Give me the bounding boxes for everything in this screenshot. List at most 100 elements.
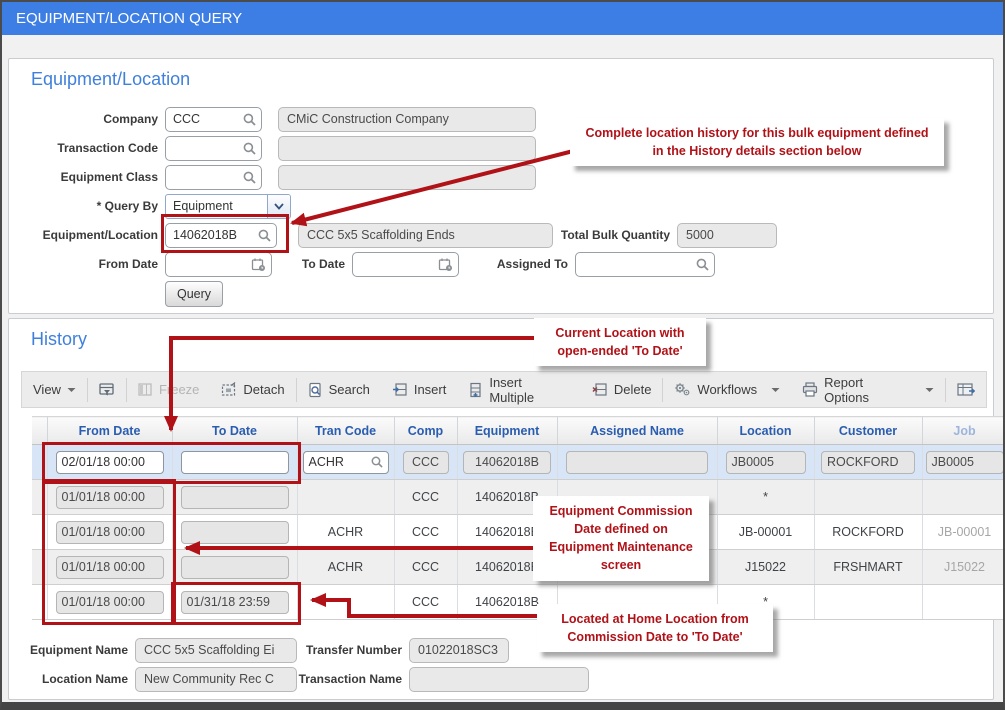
job-cell: J15022: [944, 560, 985, 574]
date-filter-row: From Date To Date Assigned To: [23, 251, 715, 277]
col-comp[interactable]: Comp: [394, 417, 457, 445]
equipment-cell: 14062018B: [475, 525, 539, 539]
callout-home-location: Located at Home Location from Commission…: [537, 604, 773, 652]
col-customer[interactable]: Customer: [814, 417, 922, 445]
callout-bulk-history: Complete location history for this bulk …: [570, 118, 944, 166]
transaction-code-label: Transaction Code: [23, 141, 165, 155]
col-job[interactable]: Job: [922, 417, 1005, 445]
from-date-cell: 01/01/18 00:00: [56, 591, 164, 614]
comp-cell: CCC: [403, 451, 449, 474]
table-header-row: From Date To Date Tran Code Comp Equipme…: [32, 417, 1005, 445]
location-cell: JB-00001: [739, 525, 793, 539]
to-date-cell-input[interactable]: [181, 451, 289, 474]
comp-cell: CCC: [412, 525, 439, 539]
callout-current-location: Current Location with open-ended 'To Dat…: [534, 318, 706, 366]
table-row[interactable]: 01/01/18 00:00 CCC 14062018B *: [32, 480, 1005, 515]
report-options-menu[interactable]: Report Options: [791, 372, 945, 407]
table-row[interactable]: 02/01/18 00:00 ACHR CCC 14062018B JB0005…: [32, 445, 1005, 480]
table-row[interactable]: 01/01/18 00:00 ACHR CCC 14062018B J15022…: [32, 550, 1005, 585]
row-selector[interactable]: [32, 550, 47, 585]
history-table: From Date To Date Tran Code Comp Equipme…: [32, 416, 1005, 620]
from-date-cell: 01/01/18 00:00: [56, 486, 164, 509]
transaction-code-description: [278, 136, 536, 161]
equipment-class-field[interactable]: [165, 165, 262, 190]
search-icon[interactable]: [696, 258, 709, 271]
search-icon[interactable]: [243, 113, 256, 126]
transaction-code-field[interactable]: [165, 136, 262, 161]
location-cell: J15022: [745, 560, 786, 574]
customer-cell: FRSHMART: [833, 560, 902, 574]
query-panel: Equipment/Location Company CCC CMiC Cons…: [8, 58, 994, 314]
location-name-label: Location Name: [19, 672, 135, 686]
insert-multiple-icon: [468, 382, 483, 398]
view-menu[interactable]: View: [22, 372, 87, 407]
table-row[interactable]: 01/01/18 00:00 01/31/18 23:59 CCC 140620…: [32, 585, 1005, 620]
detach-icon: [221, 382, 237, 398]
col-equipment[interactable]: Equipment: [457, 417, 557, 445]
to-date-cell: [181, 521, 289, 544]
chevron-down-icon[interactable]: [267, 195, 290, 218]
equipment-name-label: Equipment Name: [19, 643, 135, 657]
col-from-date[interactable]: From Date: [47, 417, 172, 445]
search-icon[interactable]: [243, 142, 256, 155]
equipment-name-field: CCC 5x5 Scaffolding Ei: [135, 638, 297, 663]
app-window: EQUIPMENT/LOCATION QUERY Equipment/Locat…: [0, 0, 1005, 710]
gears-icon: [674, 382, 691, 397]
row-selector[interactable]: [32, 480, 47, 515]
search-icon[interactable]: [371, 456, 383, 468]
equipment-cell: 14062018B: [475, 490, 539, 504]
equipment-location-row: Equipment/Location 14062018B CCC 5x5 Sca…: [23, 222, 777, 248]
calendar-icon[interactable]: [438, 257, 453, 272]
transfer-number-label: Transfer Number: [297, 643, 409, 657]
customer-cell: ROCKFORD: [832, 525, 904, 539]
chevron-down-icon: [771, 387, 780, 393]
detach-button[interactable]: Detach: [210, 372, 295, 407]
callout-commission-date: Equipment Commission Date defined on Equ…: [533, 496, 709, 581]
customer-cell: ROCKFORD: [821, 451, 915, 474]
query-by-example-button[interactable]: [88, 372, 126, 407]
table-row[interactable]: 01/01/18 00:00 ACHR CCC 14062018B JB-000…: [32, 515, 1005, 550]
tran-code-cell-input[interactable]: ACHR: [303, 451, 389, 474]
search-icon[interactable]: [258, 229, 271, 242]
history-panel-title: History: [31, 329, 87, 350]
col-tran-code[interactable]: Tran Code: [297, 417, 394, 445]
row-selector[interactable]: [32, 585, 47, 620]
company-field[interactable]: CCC: [165, 107, 262, 132]
from-date-field[interactable]: [165, 252, 272, 277]
freeze-icon: [138, 382, 153, 397]
comp-cell: CCC: [412, 595, 439, 609]
col-to-date[interactable]: To Date: [172, 417, 297, 445]
row-selector[interactable]: [32, 445, 47, 480]
col-location[interactable]: Location: [717, 417, 814, 445]
transfer-number-field: 01022018SC3: [409, 638, 509, 663]
assigned-to-field[interactable]: [575, 252, 715, 277]
location-cell: JB0005: [726, 451, 806, 474]
export-button[interactable]: [946, 382, 986, 397]
query-by-label: * Query By: [23, 199, 165, 213]
footer-row-1: Equipment Name CCC 5x5 Scaffolding Ei Tr…: [19, 637, 509, 663]
to-date-cell: [181, 486, 289, 509]
row-selector[interactable]: [32, 515, 47, 550]
query-button[interactable]: Query: [165, 281, 223, 307]
equipment-location-field[interactable]: 14062018B: [165, 223, 277, 248]
chevron-down-icon: [925, 387, 934, 393]
insert-multiple-button[interactable]: Insert Multiple: [457, 372, 581, 407]
transaction-name-field: [409, 667, 589, 692]
history-toolbar: View Freeze: [21, 371, 987, 408]
company-description: CMiC Construction Company: [278, 107, 536, 132]
delete-button[interactable]: Delete: [581, 372, 663, 407]
from-date-cell-input[interactable]: 02/01/18 00:00: [56, 451, 164, 474]
workflows-menu[interactable]: Workflows: [663, 372, 791, 407]
search-icon[interactable]: [243, 171, 256, 184]
insert-button[interactable]: Insert: [381, 372, 458, 407]
query-button-row: Query: [23, 281, 223, 307]
page-title: EQUIPMENT/LOCATION QUERY: [16, 10, 242, 27]
search-button[interactable]: Search: [297, 372, 381, 407]
freeze-button: Freeze: [127, 372, 210, 407]
col-assigned-name[interactable]: Assigned Name: [557, 417, 717, 445]
calendar-icon[interactable]: [251, 257, 266, 272]
to-date-field[interactable]: [352, 252, 459, 277]
equipment-cell: 14062018B: [463, 451, 551, 474]
job-cell: JB0005: [926, 451, 1004, 474]
query-by-select[interactable]: Equipment: [165, 194, 291, 219]
